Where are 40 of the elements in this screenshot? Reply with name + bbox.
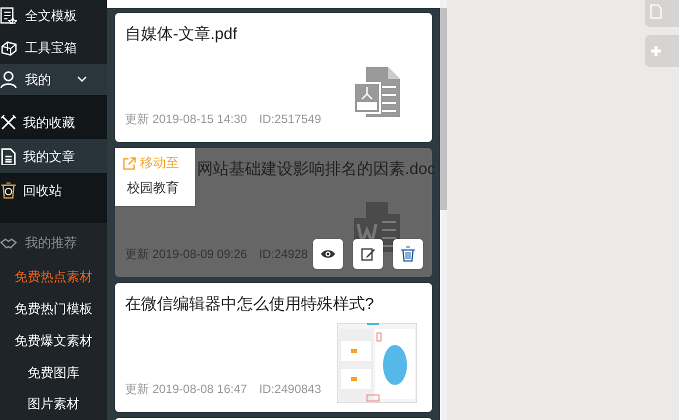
sidebar-link[interactable]: 免费热门模板	[0, 292, 107, 325]
recycle-bin-icon	[0, 182, 17, 199]
sidebar-link[interactable]: 免费热点素材	[0, 261, 107, 293]
toolbox-icon	[0, 39, 17, 56]
sidebar-link[interactable]: 免费图库	[0, 356, 107, 388]
section-heading: 我的推荐	[25, 234, 77, 252]
crossed-tools-icon	[0, 114, 17, 131]
menu-title: 移动至	[140, 154, 179, 172]
user-icon	[0, 70, 17, 88]
view-button[interactable]	[313, 239, 343, 269]
edit-icon	[360, 246, 376, 262]
sidebar-item[interactable]: 我的收藏	[0, 105, 107, 140]
update-time: 更新 2019-08-08 16:47	[125, 381, 248, 398]
trash-icon	[400, 246, 416, 262]
menu-item[interactable]: 校园教育	[115, 174, 195, 202]
file-card[interactable]: 在微信编辑器中怎么使用特殊样式? 更新 2019-08-08 16:47 ID:2490843	[115, 283, 432, 412]
item-label: 工具宝箱	[25, 38, 77, 57]
sidebar-item[interactable]: 工具宝箱	[0, 32, 107, 64]
document-icon	[0, 148, 17, 165]
sidebar-item[interactable]: 回收站	[0, 173, 107, 208]
template-icon	[0, 7, 17, 24]
sidebar-item[interactable]: 全文模板	[0, 0, 107, 32]
file-id: ID:2490843	[259, 381, 322, 398]
scrollbar-thumb[interactable]	[440, 8, 447, 210]
item-label: 全文模板	[25, 7, 77, 26]
delete-button[interactable]	[393, 239, 423, 269]
file-title: 自媒体-文章.pdf	[125, 24, 238, 45]
file-id: ID:2517549	[259, 111, 322, 128]
item-label: 我的	[25, 70, 51, 89]
external-link-icon	[123, 156, 136, 170]
sidebar-link[interactable]: 图片素材	[0, 388, 107, 420]
sidebar-group-item[interactable]: 我的	[0, 64, 107, 96]
file-title: 在微信编辑器中怎么使用特殊样式?	[125, 294, 374, 315]
edit-button[interactable]	[353, 239, 383, 269]
document-icon	[650, 4, 662, 18]
plus-icon	[650, 45, 662, 57]
sidebar-link[interactable]: 免费爆文素材	[0, 324, 107, 356]
file-card[interactable]: 自媒体-文章.pdf 更新 2019-08-15 14:30 ID:2517549	[115, 13, 432, 142]
update-time: 更新 2019-08-15 14:30	[125, 111, 248, 128]
sidebar-item[interactable]: 我的文章	[0, 139, 107, 174]
